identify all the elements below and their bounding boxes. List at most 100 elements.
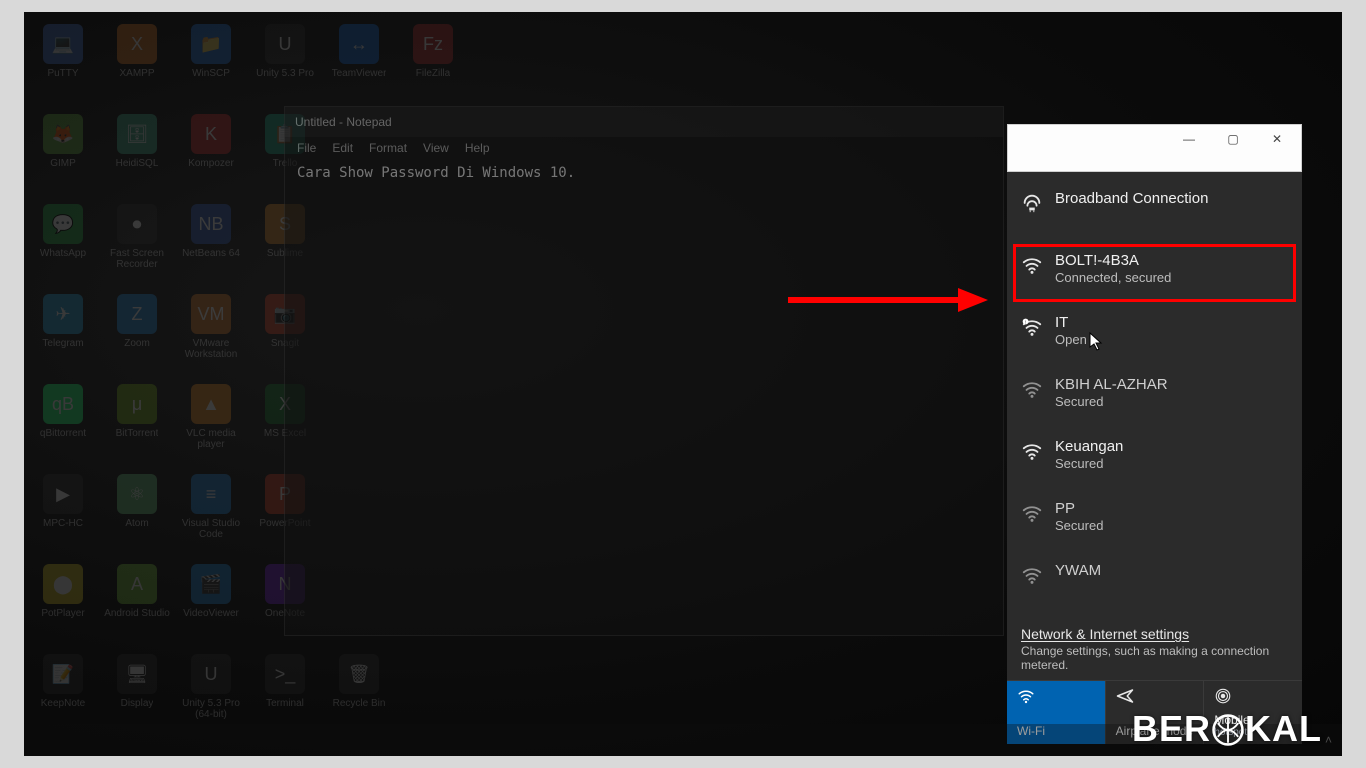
desktop-icon[interactable]: VMVMware Workstation: [176, 290, 246, 378]
app-icon: ⬤: [43, 564, 83, 604]
network-status: Open: [1055, 332, 1087, 348]
menu-item[interactable]: File: [297, 141, 316, 155]
desktop-icon[interactable]: AAndroid Studio: [102, 560, 172, 648]
app-icon: U: [191, 654, 231, 694]
notepad-titlebar[interactable]: Untitled - Notepad: [285, 107, 1003, 137]
desktop-icon[interactable]: 📁 WinSCP: [176, 20, 246, 108]
app-icon: 💻: [43, 24, 83, 64]
system-tray[interactable]: ˄: [1325, 733, 1332, 747]
app-icon: 🗄: [117, 114, 157, 154]
network-name: Keuangan: [1055, 438, 1123, 456]
desktop-icon-label: WinSCP: [192, 68, 230, 79]
maximize-button[interactable]: ▢: [1211, 127, 1255, 151]
app-icon: NB: [191, 204, 231, 244]
desktop-icon[interactable]: ⬤PotPlayer: [28, 560, 98, 648]
desktop-icon-label: BitTorrent: [116, 428, 159, 439]
desktop-icon-label: WhatsApp: [40, 248, 86, 259]
desktop-icon-label: Unity 5.3 Pro (64-bit): [176, 698, 246, 720]
notepad-menubar[interactable]: File Edit Format View Help: [285, 137, 1003, 159]
desktop-icon-label: Display: [121, 698, 154, 709]
app-icon: 💬: [43, 204, 83, 244]
airplane-icon: [1116, 687, 1194, 705]
menu-item[interactable]: Help: [465, 141, 490, 155]
app-icon: ▶: [43, 474, 83, 514]
desktop-icon-label: Zoom: [124, 338, 150, 349]
network-item[interactable]: YWAM: [1007, 552, 1302, 614]
network-item[interactable]: !ITOpen: [1007, 304, 1302, 366]
network-name: IT: [1055, 314, 1087, 332]
app-icon: ▲: [191, 384, 231, 424]
watermark: BER KAL: [1132, 708, 1322, 750]
wifi-icon: [1017, 687, 1095, 705]
network-item[interactable]: BOLT!-4B3AConnected, secured: [1007, 242, 1302, 304]
desktop-icon[interactable]: Z Zoom: [102, 290, 172, 378]
desktop-icon[interactable]: UUnity 5.3 Pro: [250, 20, 320, 108]
app-icon: 🦊: [43, 114, 83, 154]
desktop-icon-label: TeamViewer: [332, 68, 387, 79]
desktop-icon[interactable]: μ BitTorrent: [102, 380, 172, 468]
menu-item[interactable]: Format: [369, 141, 407, 155]
network-name: BOLT!-4B3A: [1055, 252, 1171, 270]
app-icon: 🗑: [339, 654, 379, 694]
network-item[interactable]: KeuanganSecured: [1007, 428, 1302, 490]
popup-window-titlebar[interactable]: — ▢ ✕: [1007, 124, 1302, 172]
desktop-icon-label: Kompozer: [188, 158, 234, 169]
screenshot-frame: 💻PuTTYXXAMPP 📁 WinSCP UUnity 5.3 Pro ↔ TeamVi…: [24, 12, 1342, 756]
desktop-icon[interactable]: 🗄 HeidiSQL: [102, 110, 172, 198]
broadband-icon: [1021, 192, 1043, 214]
desktop-icon[interactable]: FzFileZilla: [398, 20, 468, 108]
network-item[interactable]: Broadband Connection: [1007, 180, 1302, 242]
desktop-icon-label: Terminal: [266, 698, 304, 709]
desktop-icon[interactable]: XXAMPP: [102, 20, 172, 108]
desktop-icon-label: Android Studio: [104, 608, 170, 619]
network-list[interactable]: Broadband Connection BOLT!-4B3AConnected,…: [1007, 172, 1302, 618]
wifi-flyout: Broadband Connection BOLT!-4B3AConnected,…: [1007, 172, 1302, 744]
app-icon: Z: [117, 294, 157, 334]
desktop-icon-label: VLC media player: [176, 428, 246, 450]
network-name: KBIH AL-AZHAR: [1055, 376, 1168, 394]
app-icon: 📁: [191, 24, 231, 64]
cursor-icon: [1089, 332, 1103, 352]
notepad-body[interactable]: Cara Show Password Di Windows 10.: [285, 159, 1003, 187]
desktop-icon[interactable]: ✈Telegram: [28, 290, 98, 378]
desktop-icon[interactable]: ▲ VLC media player: [176, 380, 246, 468]
network-status: Connected, secured: [1055, 270, 1171, 286]
menu-item[interactable]: Edit: [332, 141, 353, 155]
network-status: Secured: [1055, 518, 1103, 534]
minimize-button[interactable]: —: [1167, 127, 1211, 151]
desktop-icon-label: KeepNote: [41, 698, 85, 709]
close-button[interactable]: ✕: [1255, 127, 1299, 151]
desktop-icon[interactable]: ↔ TeamViewer: [324, 20, 394, 108]
notepad-window[interactable]: Untitled - Notepad File Edit Format View Hel…: [284, 106, 1004, 636]
hotspot-icon: [1214, 687, 1292, 705]
desktop-icon[interactable]: K Kompozer: [176, 110, 246, 198]
desktop-icon-label: HeidiSQL: [116, 158, 159, 169]
network-item[interactable]: PPSecured: [1007, 490, 1302, 552]
desktop-icon[interactable]: 🦊 GIMP: [28, 110, 98, 198]
menu-item[interactable]: View: [423, 141, 449, 155]
desktop-icon[interactable]: qBqBittorrent: [28, 380, 98, 468]
tray-chevron-icon[interactable]: ˄: [1325, 733, 1332, 747]
app-icon: ⏺: [117, 204, 157, 244]
network-settings-link[interactable]: Network & Internet settings: [1007, 618, 1302, 644]
desktop-icon[interactable]: 💬 WhatsApp: [28, 200, 98, 288]
desktop-icon-label: GIMP: [50, 158, 76, 169]
desktop-icon-label: Visual Studio Code: [176, 518, 246, 540]
notepad-content: Cara Show Password Di Windows 10.: [297, 165, 575, 181]
desktop-icon[interactable]: 💻PuTTY: [28, 20, 98, 108]
app-icon: ↔: [339, 24, 379, 64]
network-name: Broadband Connection: [1055, 190, 1208, 208]
app-icon: K: [191, 114, 231, 154]
desktop-icon-label: qBittorrent: [40, 428, 86, 439]
desktop-icon[interactable]: NBNetBeans 64: [176, 200, 246, 288]
app-icon: μ: [117, 384, 157, 424]
network-settings-sub: Change settings, such as making a connec…: [1007, 644, 1302, 680]
desktop-icon[interactable]: ⏺Fast Screen Recorder: [102, 200, 172, 288]
desktop-icon[interactable]: ⚛Atom: [102, 470, 172, 558]
desktop-icon[interactable]: ▶MPC-HC: [28, 470, 98, 558]
app-icon: U: [265, 24, 305, 64]
desktop-icon[interactable]: 🎬VideoViewer: [176, 560, 246, 648]
network-status: Secured: [1055, 456, 1123, 472]
desktop-icon[interactable]: ≡Visual Studio Code: [176, 470, 246, 558]
network-item[interactable]: KBIH AL-AZHARSecured: [1007, 366, 1302, 428]
